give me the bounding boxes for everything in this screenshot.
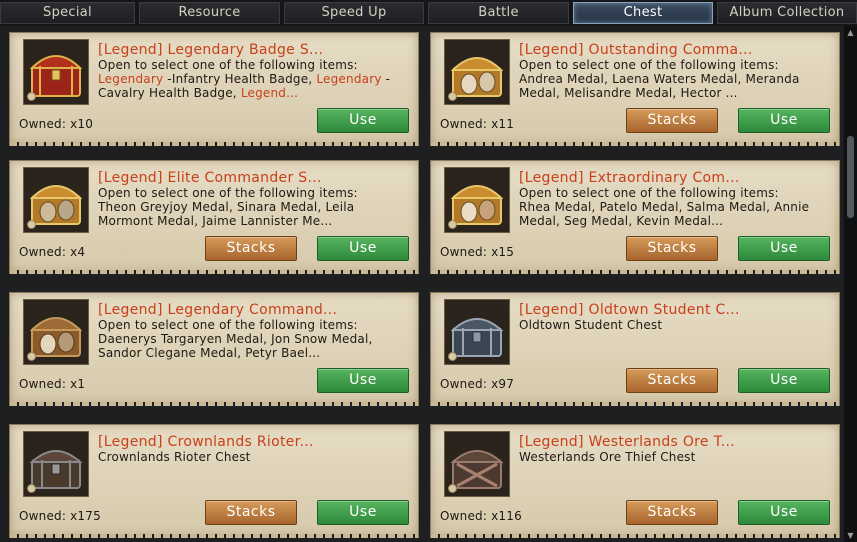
bronze-commander-chest-icon[interactable] [23, 299, 89, 365]
gold-commander-chest-icon[interactable] [444, 39, 510, 105]
item-card: [Legend] Outstanding Comma... Open to se… [430, 32, 840, 146]
use-button[interactable]: Use [317, 236, 409, 261]
item-description: Open to select one of the following item… [98, 318, 373, 360]
item-card: [Legend] Legendary Command... Open to se… [9, 292, 419, 406]
tab-special[interactable]: Special [0, 2, 135, 24]
scrollbar-thumb[interactable] [847, 136, 854, 218]
item-card: [Legend] Westerlands Ore T... Westerland… [430, 424, 840, 538]
scroll-down-icon[interactable]: ▼ [846, 531, 855, 540]
item-card: [Legend] Oldtown Student C... Oldtown St… [430, 292, 840, 406]
gold-commander-chest-icon[interactable] [444, 167, 510, 233]
stacks-button[interactable]: Stacks [626, 108, 718, 133]
stacks-button[interactable]: Stacks [205, 236, 297, 261]
use-button[interactable]: Use [317, 368, 409, 393]
item-description: Open to select one of the following item… [98, 186, 358, 228]
owned-count: Owned: x4 [19, 245, 86, 259]
item-card: [Legend] Extraordinary Com... Open to se… [430, 160, 840, 274]
item-card: [Legend] Elite Commander S... Open to se… [9, 160, 419, 274]
use-button[interactable]: Use [738, 108, 830, 133]
item-card: [Legend] Legendary Badge S... Open to se… [9, 32, 419, 146]
stacks-button[interactable]: Stacks [205, 500, 297, 525]
use-button[interactable]: Use [738, 500, 830, 525]
use-button[interactable]: Use [317, 500, 409, 525]
tab-album-collection[interactable]: Album Collection [717, 2, 857, 24]
owned-count: Owned: x1 [19, 377, 86, 391]
stacks-button[interactable]: Stacks [626, 500, 718, 525]
owned-count: Owned: x10 [19, 117, 94, 131]
stacks-button[interactable]: Stacks [626, 236, 718, 261]
item-title: [Legend] Oldtown Student C... [519, 303, 740, 318]
owned-count: Owned: x116 [440, 509, 522, 523]
item-title: [Legend] Westerlands Ore T... [519, 435, 736, 450]
use-button[interactable]: Use [738, 368, 830, 393]
tab-speed-up[interactable]: Speed Up [284, 2, 424, 24]
tab-chest[interactable]: Chest [573, 2, 713, 24]
item-title: [Legend] Legendary Command... [98, 303, 338, 318]
tab-battle[interactable]: Battle [428, 2, 569, 24]
owned-count: Owned: x11 [440, 117, 515, 131]
item-description: Open to select one of the following item… [519, 58, 800, 100]
item-card: [Legend] Crownlands Rioter... Crownlands… [9, 424, 419, 538]
item-description: Crownlands Rioter Chest [98, 450, 251, 464]
item-title: [Legend] Elite Commander S... [98, 171, 322, 186]
category-tab-bar: Special Resource Speed Up Battle Chest A… [0, 0, 857, 26]
item-title: [Legend] Crownlands Rioter... [98, 435, 314, 450]
gold-commander-chest-icon[interactable] [23, 167, 89, 233]
use-button[interactable]: Use [317, 108, 409, 133]
tab-resource[interactable]: Resource [139, 2, 280, 24]
item-description: Open to select one of the following item… [98, 58, 391, 100]
item-description: Oldtown Student Chest [519, 318, 663, 332]
owned-count: Owned: x15 [440, 245, 515, 259]
crossed-chest-icon[interactable] [444, 431, 510, 497]
owned-count: Owned: x97 [440, 377, 515, 391]
scroll-up-icon[interactable]: ▲ [846, 28, 855, 37]
item-list[interactable]: [Legend] Legendary Badge S... Open to se… [0, 26, 843, 542]
item-description: Westerlands Ore Thief Chest [519, 450, 696, 464]
iron-chest-icon[interactable] [23, 431, 89, 497]
item-title: [Legend] Extraordinary Com... [519, 171, 740, 186]
owned-count: Owned: x175 [19, 509, 101, 523]
item-title: [Legend] Outstanding Comma... [519, 43, 753, 58]
scrollbar[interactable]: ▲ ▼ [844, 26, 857, 542]
item-title: [Legend] Legendary Badge S... [98, 43, 324, 58]
steel-chest-icon[interactable] [444, 299, 510, 365]
red-chest-icon[interactable] [23, 39, 89, 105]
stacks-button[interactable]: Stacks [626, 368, 718, 393]
item-description: Open to select one of the following item… [519, 186, 810, 228]
use-button[interactable]: Use [738, 236, 830, 261]
